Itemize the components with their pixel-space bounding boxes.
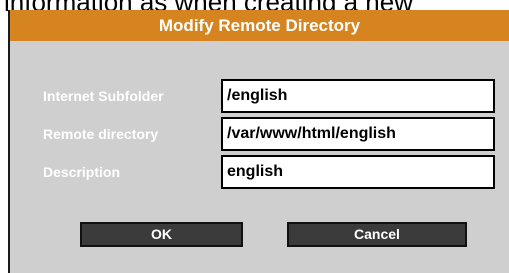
form-row-internet-subfolder: Internet Subfolder — [10, 79, 509, 113]
dialog-title-bar: Modify Remote Directory — [10, 10, 509, 41]
internet-subfolder-input[interactable] — [221, 79, 495, 113]
remote-directory-input[interactable] — [221, 117, 495, 151]
cancel-button[interactable]: Cancel — [287, 222, 467, 247]
form-row-remote-directory: Remote directory — [10, 117, 509, 151]
form-row-description: Description — [10, 155, 509, 189]
internet-subfolder-label: Internet Subfolder — [43, 88, 164, 104]
dialog-title: Modify Remote Directory — [158, 16, 361, 35]
ok-button[interactable]: OK — [80, 222, 243, 247]
description-label: Description — [43, 164, 121, 180]
page: information as when creating a new Modif… — [0, 0, 509, 273]
description-input[interactable] — [221, 155, 495, 189]
modify-remote-directory-dialog: Modify Remote Directory Internet Subfold… — [8, 10, 509, 273]
remote-directory-label: Remote directory — [43, 126, 159, 142]
